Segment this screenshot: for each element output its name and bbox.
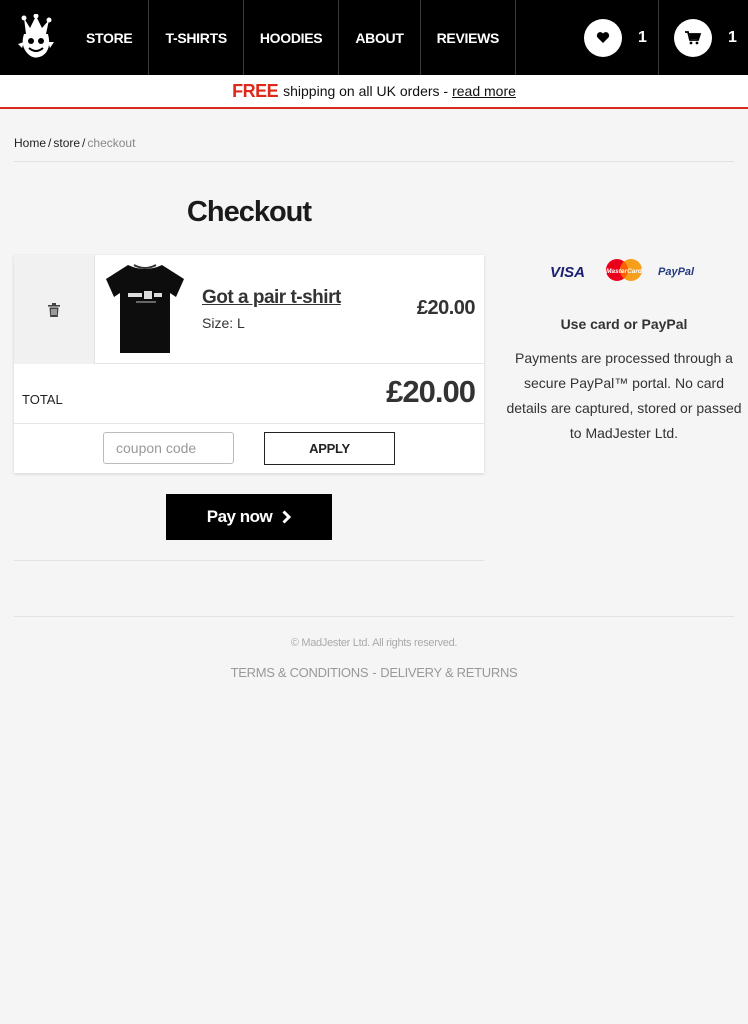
footer-link-separator: - bbox=[372, 665, 377, 680]
total-label: TOTAL bbox=[22, 392, 63, 407]
checkout-divider bbox=[14, 560, 484, 561]
apply-coupon-button[interactable]: APPLY bbox=[264, 432, 395, 465]
header-divider bbox=[658, 0, 659, 75]
delivery-returns-link[interactable]: DELIVERY & RETURNS bbox=[380, 665, 517, 680]
breadcrumb-current: checkout bbox=[87, 136, 136, 150]
chevron-right-icon bbox=[282, 510, 292, 524]
payment-heading: Use card or PayPal bbox=[560, 316, 688, 332]
payment-logos: VISA MasterCard PayPal bbox=[550, 259, 695, 281]
nav-reviews[interactable]: REVIEWS bbox=[421, 0, 517, 75]
coupon-code-input[interactable] bbox=[103, 432, 234, 464]
payment-description: Payments are processed through a secure … bbox=[506, 350, 742, 441]
breadcrumb-separator: / bbox=[82, 136, 86, 150]
product-size: Size: L bbox=[202, 315, 245, 331]
wishlist-button[interactable]: 1 bbox=[584, 0, 647, 75]
pay-now-button[interactable]: Pay now bbox=[166, 494, 332, 540]
read-more-link[interactable]: read more bbox=[452, 83, 516, 99]
breadcrumb-separator: / bbox=[48, 136, 52, 150]
coupon-row: APPLY bbox=[14, 424, 484, 473]
remove-item-button[interactable] bbox=[14, 255, 95, 364]
nav-store[interactable]: STORE bbox=[70, 0, 150, 75]
cart-icon bbox=[674, 18, 712, 57]
mastercard-logo-icon: MasterCard bbox=[606, 259, 643, 281]
product-name-link[interactable]: Got a pair t-shirt bbox=[202, 287, 341, 309]
cart-button[interactable]: 1 bbox=[674, 0, 737, 75]
main-nav: STORE T-SHIRTS HOODIES ABOUT REVIEWS bbox=[70, 0, 517, 75]
trash-icon bbox=[48, 302, 60, 317]
heart-icon bbox=[584, 18, 622, 57]
pay-now-label: Pay now bbox=[206, 507, 273, 526]
cart-item-row: Got a pair t-shirt Size: L £20.00 bbox=[14, 255, 484, 364]
cart-count: 1 bbox=[728, 28, 737, 46]
top-navigation-bar: STORE T-SHIRTS HOODIES ABOUT REVIEWS 1 1 bbox=[0, 0, 748, 75]
breadcrumb: Home / store / checkout bbox=[14, 136, 135, 150]
shipping-text: shipping on all UK orders - bbox=[283, 83, 449, 99]
copyright: © MadJester Ltd. All rights reserved. bbox=[290, 637, 458, 649]
total-value: £20.00 bbox=[386, 374, 476, 409]
breadcrumb-home[interactable]: Home bbox=[14, 136, 46, 150]
footer-divider bbox=[14, 616, 734, 617]
wishlist-count: 1 bbox=[638, 28, 647, 46]
svg-text:MasterCard: MasterCard bbox=[606, 268, 643, 275]
breadcrumb-store[interactable]: store bbox=[53, 136, 80, 150]
terms-link[interactable]: TERMS & CONDITIONS bbox=[231, 665, 369, 680]
tshirt-thumbnail-icon[interactable] bbox=[104, 261, 186, 357]
nav-about[interactable]: ABOUT bbox=[339, 0, 421, 75]
cart-summary-card: Got a pair t-shirt Size: L £20.00 TOTAL … bbox=[14, 255, 484, 473]
breadcrumb-divider bbox=[14, 161, 734, 162]
page-title: Checkout bbox=[186, 196, 312, 228]
jester-logo-icon[interactable] bbox=[14, 14, 58, 62]
free-label: FREE bbox=[232, 80, 279, 101]
nav-tshirts[interactable]: T-SHIRTS bbox=[149, 0, 244, 75]
visa-logo-icon: VISA bbox=[550, 264, 585, 281]
shipping-banner: FREE shipping on all UK orders - read mo… bbox=[0, 75, 748, 109]
product-price: £20.00 bbox=[416, 297, 476, 319]
total-row: TOTAL £20.00 bbox=[14, 364, 484, 424]
nav-hoodies[interactable]: HOODIES bbox=[244, 0, 340, 75]
footer-links: TERMS & CONDITIONS - DELIVERY & RETURNS bbox=[0, 665, 748, 680]
paypal-logo-icon: PayPal bbox=[658, 266, 695, 278]
